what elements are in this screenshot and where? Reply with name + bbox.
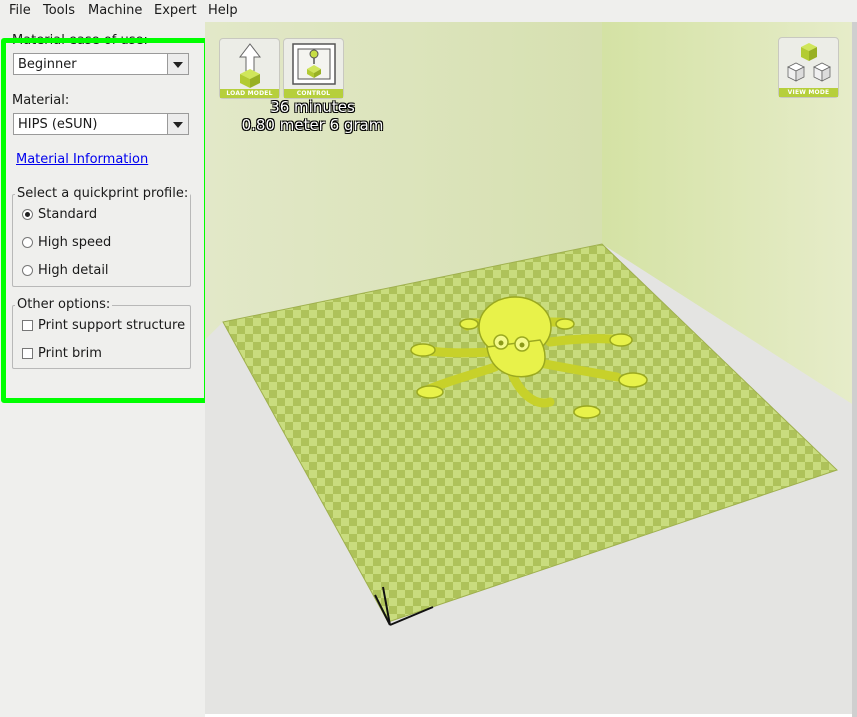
settings-panel: Material ease of use: Beginner Material:… xyxy=(0,22,209,717)
view-mode-label: VIEW MODE xyxy=(779,88,838,97)
material-select[interactable]: HIPS (eSUN) xyxy=(13,113,189,135)
menu-bar: File Tools Machine Expert Help xyxy=(0,0,857,22)
print-time: 36 minutes xyxy=(270,98,355,116)
quickprint-profile-title: Select a quickprint profile: xyxy=(15,186,191,201)
other-options-title: Other options: xyxy=(15,297,113,312)
menu-expert[interactable]: Expert xyxy=(154,3,197,18)
3d-viewport[interactable]: LOAD MODEL CONTROL VIEW MODE 36 minutes xyxy=(205,22,852,714)
ease-select[interactable]: Beginner xyxy=(13,53,189,75)
chevron-down-icon[interactable] xyxy=(167,114,188,134)
radio-high-detail[interactable] xyxy=(22,265,33,276)
checkbox-print-support[interactable] xyxy=(22,320,33,331)
radio-high-speed[interactable] xyxy=(22,237,33,248)
print-material: 0.80 meter 6 gram xyxy=(241,116,384,134)
menu-tools[interactable]: Tools xyxy=(43,3,75,18)
load-model-button[interactable]: LOAD MODEL xyxy=(219,38,280,99)
control-button[interactable]: CONTROL xyxy=(283,38,344,99)
radio-standard[interactable] xyxy=(22,209,33,220)
menu-machine[interactable]: Machine xyxy=(88,3,142,18)
profile-high-speed-label[interactable]: High speed xyxy=(38,235,111,250)
right-edge xyxy=(852,22,857,717)
upload-arrow-icon xyxy=(238,43,262,88)
control-machine-icon xyxy=(292,43,336,85)
ease-label: Material ease of use: xyxy=(12,33,148,48)
material-select-value: HIPS (eSUN) xyxy=(18,117,98,132)
print-brim-label[interactable]: Print brim xyxy=(38,346,102,361)
checkbox-print-brim[interactable] xyxy=(22,348,33,359)
control-label: CONTROL xyxy=(284,89,343,98)
material-label: Material: xyxy=(12,93,70,108)
menu-help[interactable]: Help xyxy=(208,3,238,18)
chevron-down-icon[interactable] xyxy=(167,54,188,74)
load-model-label: LOAD MODEL xyxy=(220,89,279,98)
print-support-label[interactable]: Print support structure xyxy=(38,318,185,333)
material-information-link[interactable]: Material Information xyxy=(16,152,148,167)
profile-standard-label[interactable]: Standard xyxy=(38,207,97,222)
view-mode-button[interactable]: VIEW MODE xyxy=(778,37,839,98)
ease-select-value: Beginner xyxy=(18,57,77,72)
profile-high-detail-label[interactable]: High detail xyxy=(38,263,109,278)
view-mode-cubes-icon xyxy=(787,43,831,82)
menu-file[interactable]: File xyxy=(9,3,31,18)
